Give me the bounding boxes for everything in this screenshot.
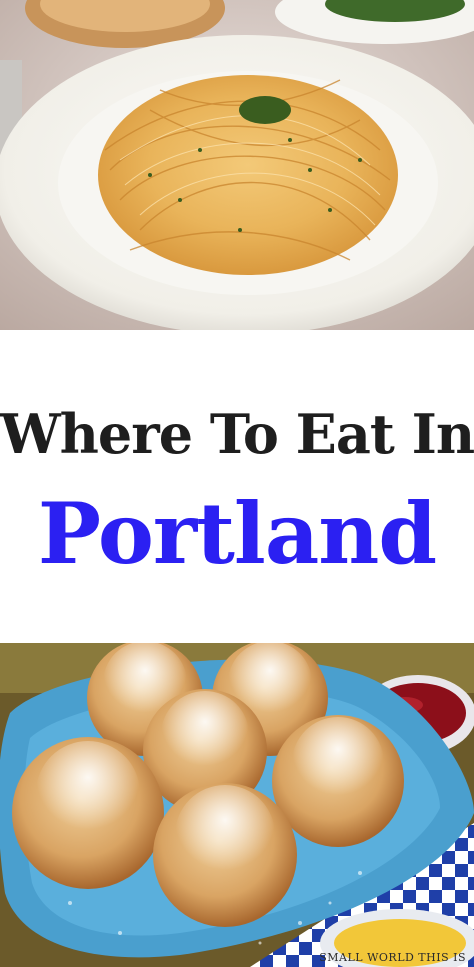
watermark: Small World This Is	[319, 951, 466, 964]
headline-city: Portland	[37, 484, 437, 583]
pastry-puffs-image	[0, 643, 474, 967]
bottom-food-photo: Small World This Is	[0, 643, 474, 967]
headline-line1: Where To Eat In	[0, 402, 474, 466]
spaghetti-image	[0, 0, 474, 330]
top-food-photo	[0, 0, 474, 330]
